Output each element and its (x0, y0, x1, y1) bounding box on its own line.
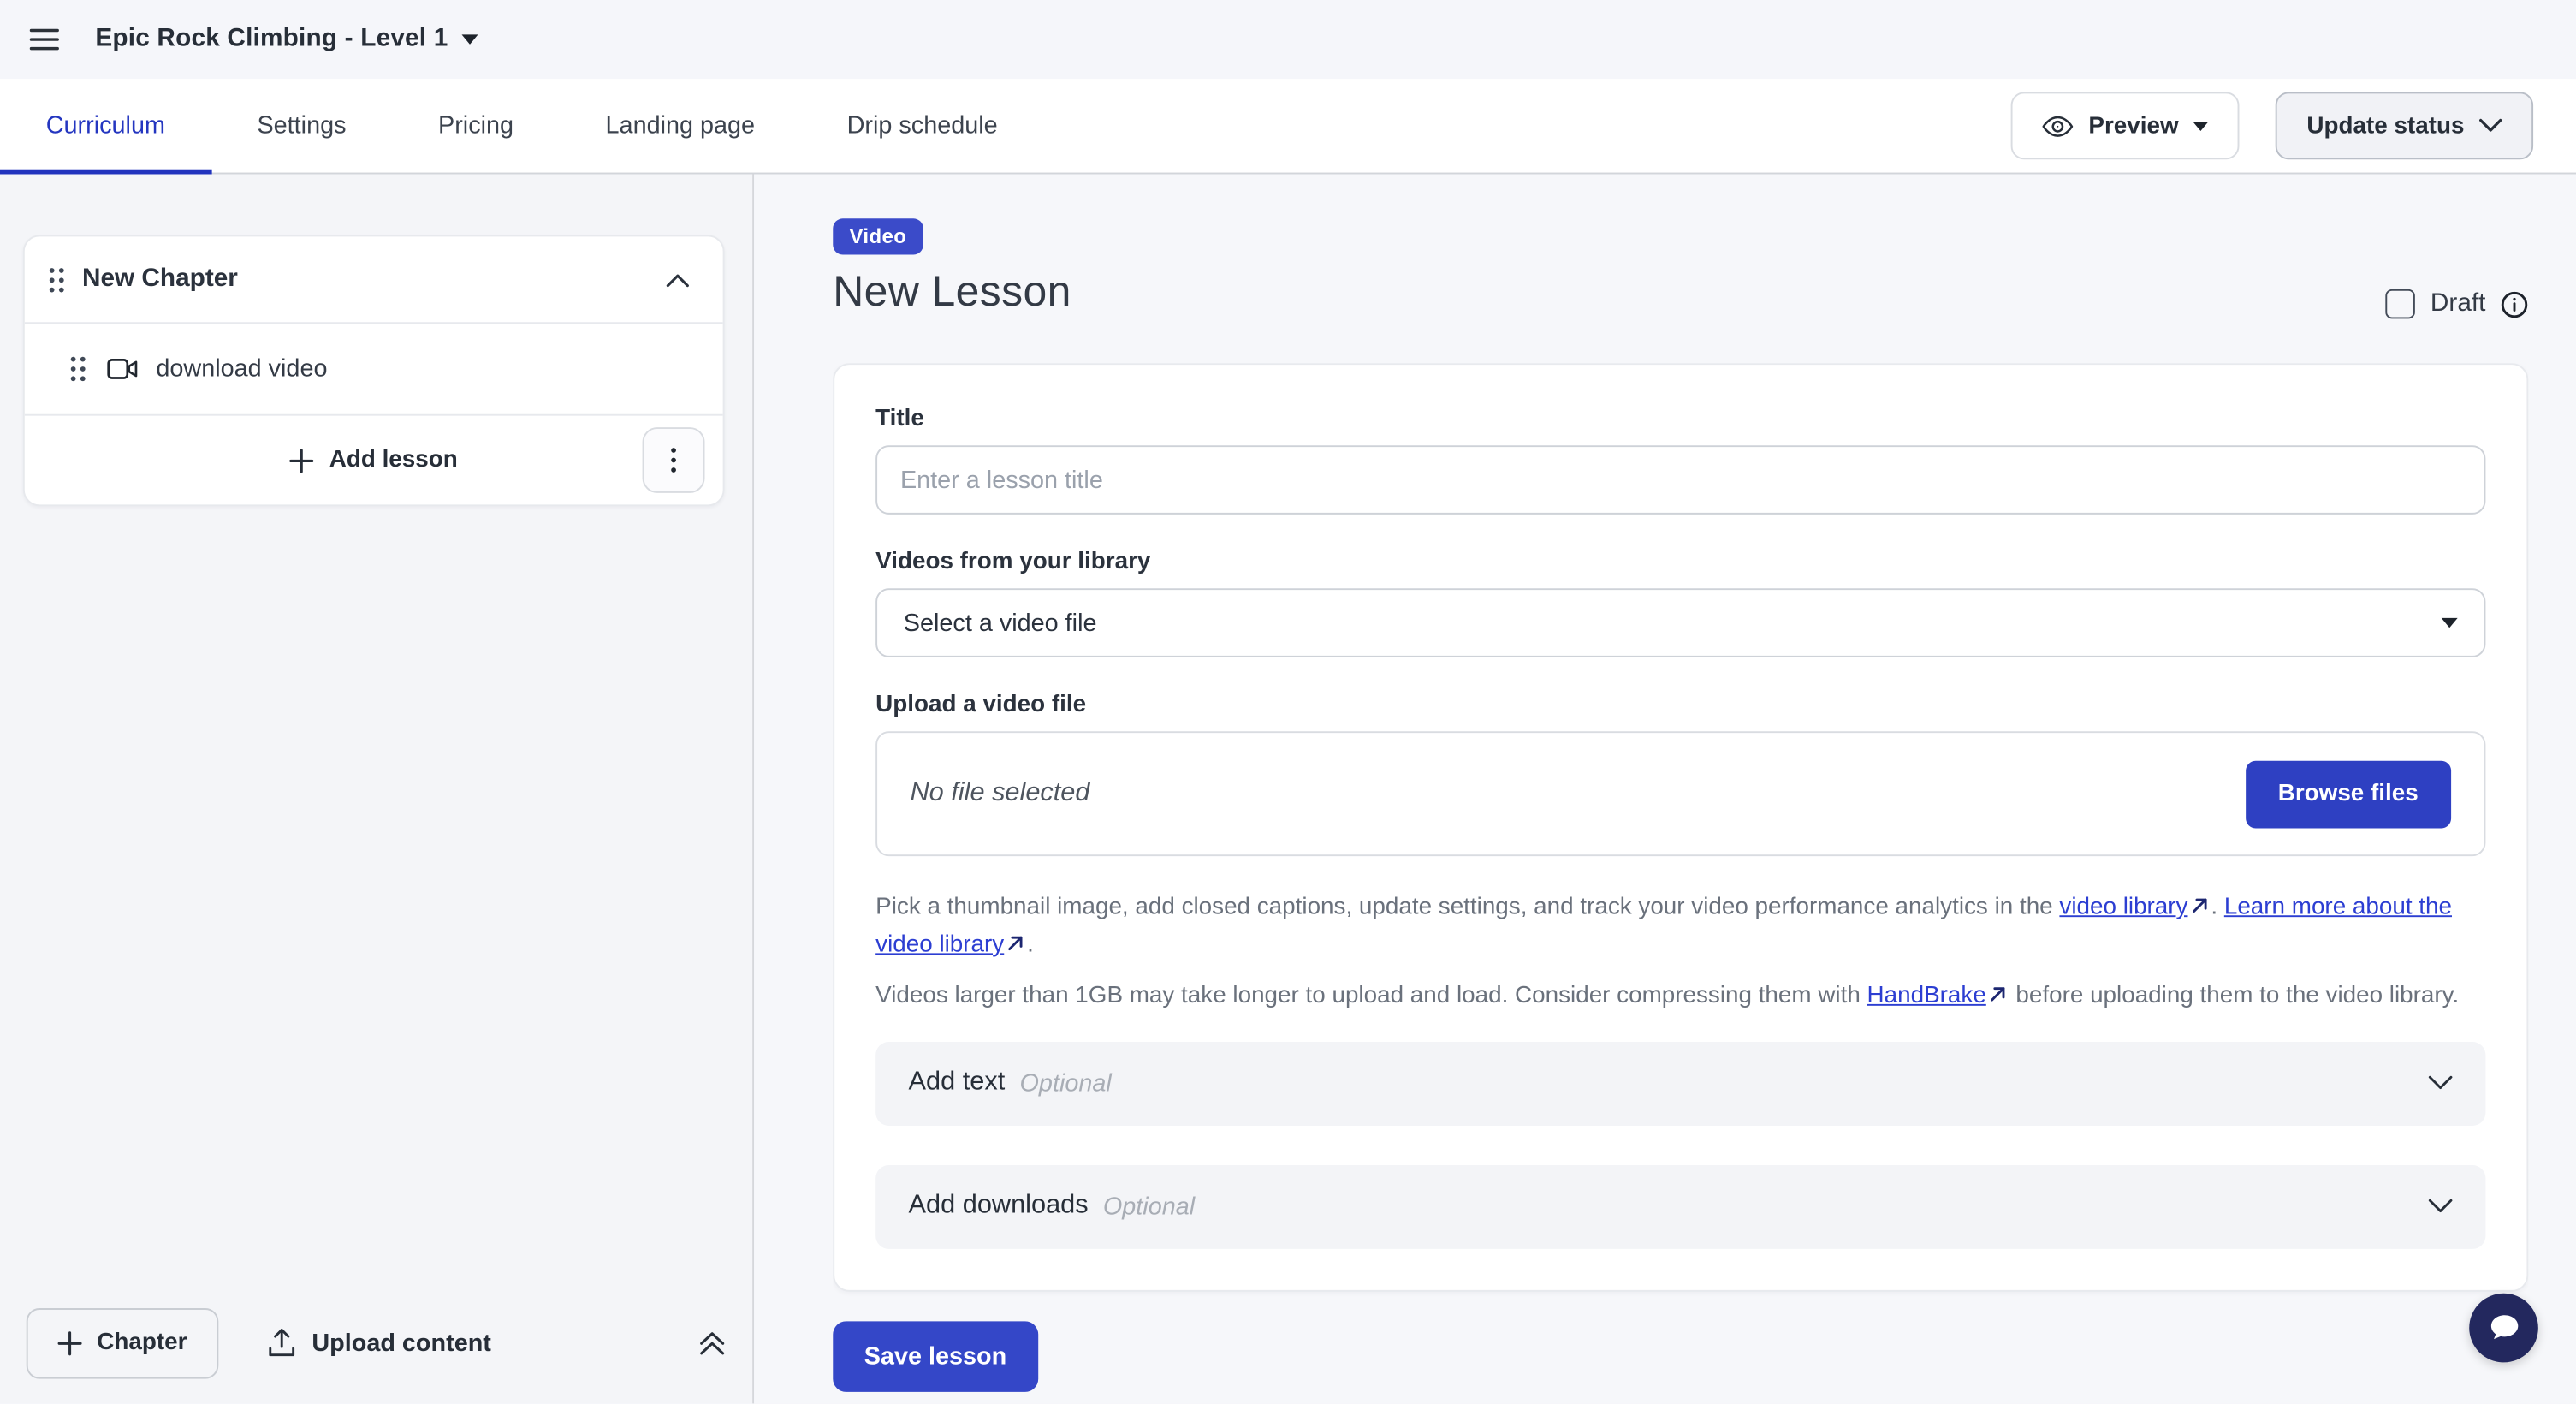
library-field-label: Videos from your library (875, 549, 2485, 575)
tabbar: Curriculum Settings Pricing Landing page… (0, 79, 2576, 174)
no-file-text: No file selected (910, 779, 1089, 809)
add-chapter-label: Chapter (97, 1330, 187, 1356)
info-icon[interactable] (2501, 290, 2529, 318)
plus-icon (290, 448, 315, 473)
course-title: Epic Rock Climbing - Level 1 (95, 25, 448, 55)
upload-content-label: Upload content (312, 1329, 491, 1357)
optional-label: Optional (1020, 1069, 1112, 1098)
chapter-header[interactable]: New Chapter (25, 236, 723, 322)
help-text: Videos larger than 1GB may take longer t… (875, 983, 1867, 1009)
main-footer: Save lesson (833, 1321, 2528, 1392)
external-link-icon (1007, 935, 1024, 951)
chapter-footer: Add lesson (25, 416, 723, 505)
lesson-form-card: Title Videos from your library Select a … (833, 363, 2528, 1291)
add-chapter-button[interactable]: Chapter (27, 1307, 218, 1378)
tab-pricing[interactable]: Pricing (392, 79, 560, 172)
add-downloads-expander[interactable]: Add downloads Optional (875, 1164, 2485, 1248)
lesson-page-title: New Lesson (833, 266, 1071, 318)
chapter-title: New Chapter (82, 265, 238, 294)
lesson-title: download video (156, 355, 327, 384)
video-library-select-value: Select a video file (904, 609, 1097, 637)
video-library-select[interactable]: Select a video file (875, 588, 2485, 657)
upload-content-button[interactable]: Upload content (268, 1328, 491, 1358)
lesson-row[interactable]: download video (25, 324, 723, 414)
caret-down-icon (2442, 618, 2458, 628)
add-downloads-label: Add downloads (909, 1192, 1089, 1222)
upload-field-label: Upload a video file (875, 692, 2485, 718)
curriculum-sidebar: New Chapter download video (0, 174, 754, 1403)
chevron-up-icon[interactable] (665, 272, 690, 287)
tabs-nav: Curriculum Settings Pricing Landing page… (0, 79, 1043, 172)
handbrake-help-text: Videos larger than 1GB may take longer t… (875, 978, 2485, 1015)
course-builder-app: Epic Rock Climbing - Level 1 Curriculum … (0, 0, 2576, 1403)
chevron-down-icon (2479, 118, 2502, 133)
lesson-editor: Video New Lesson Draft Title Videos f (754, 174, 2576, 1403)
lesson-title-input[interactable] (875, 445, 2485, 515)
tab-landing-page[interactable]: Landing page (560, 79, 801, 172)
collapse-all-icon[interactable] (698, 1330, 727, 1356)
chevron-down-icon (2428, 1075, 2453, 1092)
update-status-button-label: Update status (2306, 112, 2464, 139)
add-text-expander[interactable]: Add text Optional (875, 1042, 2485, 1126)
chapter-card: New Chapter download video (23, 235, 725, 507)
chat-bubble-icon (2485, 1312, 2521, 1344)
lesson-type-badge: Video (833, 218, 923, 254)
topbar: Epic Rock Climbing - Level 1 (0, 0, 2576, 79)
lesson-header-left: Video New Lesson (833, 218, 1071, 317)
preview-button-label: Preview (2088, 112, 2178, 139)
caret-down-icon (461, 34, 478, 45)
add-text-label: Add text (909, 1068, 1006, 1098)
caret-down-icon (2193, 121, 2208, 131)
video-camera-icon (107, 358, 138, 379)
tab-settings[interactable]: Settings (211, 79, 393, 172)
help-text: Pick a thumbnail image, add closed capti… (875, 894, 2059, 920)
draft-label: Draft (2431, 289, 2485, 319)
file-upload-box: No file selected Browse files (875, 731, 2485, 856)
drag-handle-icon[interactable] (69, 355, 87, 384)
browse-files-button[interactable]: Browse files (2245, 760, 2451, 828)
save-lesson-button[interactable]: Save lesson (833, 1321, 1037, 1392)
tabbar-actions: Preview Update status (2011, 92, 2576, 159)
draft-toggle-group: Draft (2386, 289, 2528, 319)
add-lesson-button[interactable]: Add lesson (290, 447, 458, 473)
title-field-label: Title (875, 406, 2485, 432)
external-link-icon (2191, 897, 2207, 913)
video-library-help-text: Pick a thumbnail image, add closed capti… (875, 889, 2485, 965)
help-text: . (1027, 931, 1034, 958)
course-switcher[interactable]: Epic Rock Climbing - Level 1 (95, 25, 478, 55)
draft-checkbox[interactable] (2386, 289, 2416, 319)
preview-button[interactable]: Preview (2011, 92, 2240, 159)
add-lesson-label: Add lesson (329, 447, 458, 473)
plus-icon (57, 1330, 82, 1355)
drag-handle-icon[interactable] (48, 265, 66, 294)
update-status-button[interactable]: Update status (2276, 92, 2533, 159)
form-card-viewport: Title Videos from your library Select a … (833, 363, 2528, 1298)
eye-icon (2043, 114, 2074, 137)
chevron-down-icon (2428, 1199, 2453, 1215)
help-text: before uploading them to the video libra… (2009, 983, 2460, 1009)
handbrake-link[interactable]: HandBrake (1867, 983, 1986, 1009)
upload-icon (268, 1328, 296, 1358)
hamburger-menu-icon[interactable] (27, 21, 62, 57)
sidebar-footer: Chapter Upload content (0, 1305, 752, 1403)
video-library-link[interactable]: video library (2059, 894, 2187, 920)
chapter-options-button[interactable] (643, 427, 705, 493)
optional-label: Optional (1103, 1193, 1195, 1221)
help-text: . (2211, 894, 2223, 920)
tab-drip-schedule[interactable]: Drip schedule (801, 79, 1044, 172)
external-link-icon (1990, 985, 2006, 1002)
tab-curriculum[interactable]: Curriculum (0, 79, 211, 172)
content-body: New Chapter download video (0, 174, 2576, 1403)
lesson-header: Video New Lesson Draft (833, 218, 2528, 318)
chat-widget-button[interactable] (2469, 1294, 2538, 1363)
